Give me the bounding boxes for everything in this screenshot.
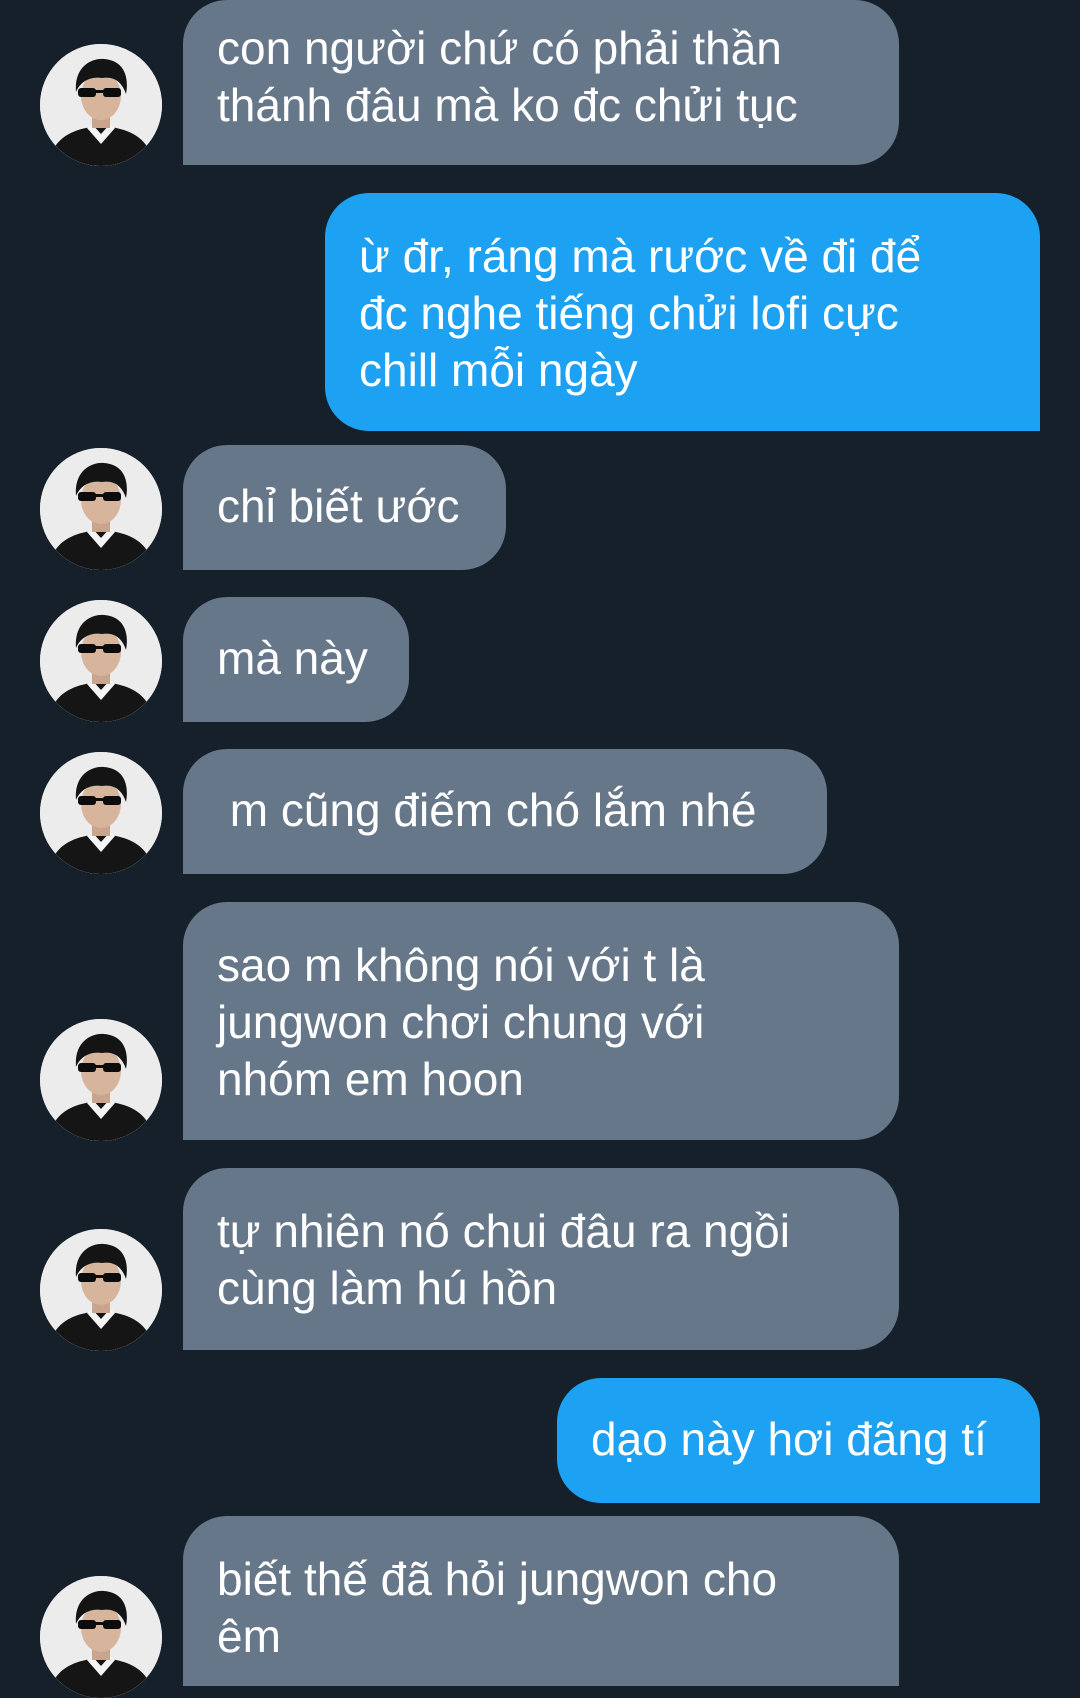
profile-photo [40, 448, 162, 570]
message-bubble[interactable]: tự nhiên nó chui đâu ra ngồi cùng làm hú… [183, 1168, 899, 1350]
avatar[interactable] [40, 1576, 162, 1698]
profile-photo [40, 752, 162, 874]
message-bubble[interactable]: con người chứ có phải thần thánh đâu mà … [183, 0, 899, 165]
avatar[interactable] [40, 1019, 162, 1141]
chat-thread: con người chứ có phải thần thánh đâu mà … [0, 0, 1080, 1698]
avatar[interactable] [40, 600, 162, 722]
message-bubble[interactable]: chỉ biết ước [183, 445, 506, 570]
avatar[interactable] [40, 752, 162, 874]
message-bubble[interactable]: mà này [183, 597, 409, 722]
message-bubble[interactable]: biết thế đã hỏi jungwon cho êm [183, 1516, 899, 1686]
profile-photo [40, 600, 162, 722]
avatar[interactable] [40, 1229, 162, 1351]
avatar[interactable] [40, 44, 162, 166]
message-bubble[interactable]: dạo này hơi đãng tí [557, 1378, 1040, 1503]
message-bubble[interactable]: ừ đr, ráng mà rước về đi để đc nghe tiến… [325, 193, 1040, 431]
profile-photo [40, 44, 162, 166]
profile-photo [40, 1229, 162, 1351]
profile-photo [40, 1019, 162, 1141]
profile-photo [40, 1576, 162, 1698]
message-bubble[interactable]: sao m không nói với t là jungwon chơi ch… [183, 902, 899, 1140]
message-bubble[interactable]: m cũng điếm chó lắm nhé [183, 749, 827, 874]
avatar[interactable] [40, 448, 162, 570]
